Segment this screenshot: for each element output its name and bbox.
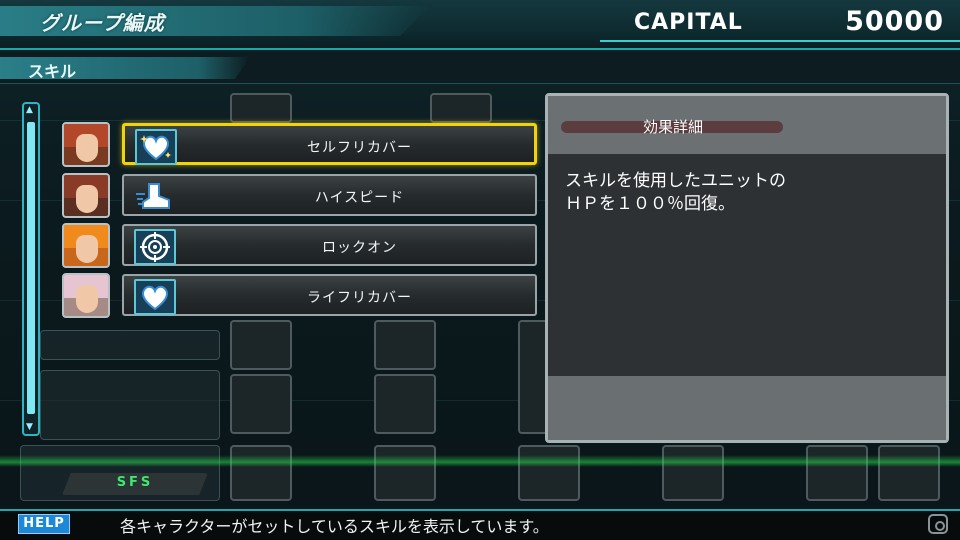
heart-icon — [134, 279, 176, 315]
scroll-down-icon[interactable]: ▼ — [26, 423, 36, 432]
page-title: グループ編成 — [40, 11, 165, 35]
character-portrait[interactable] — [62, 223, 110, 268]
skill-list-scrollbar[interactable]: ▲ ▼ — [22, 102, 40, 436]
bg-unit-slot — [374, 374, 436, 434]
portrait-face — [76, 285, 98, 313]
skill-row-highspeed[interactable]: ハイスピード — [122, 174, 537, 216]
skill-name: ハイスピード — [314, 190, 405, 206]
bg-unit-slot — [878, 445, 940, 501]
help-text: 各キャラクターがセットしているスキルを表示しています。 — [120, 517, 549, 536]
capital-label: CAPITAL — [634, 10, 743, 35]
brand-logo-icon — [928, 514, 948, 534]
bg-unit-slot — [806, 445, 868, 501]
bg-panel — [40, 330, 220, 360]
bg-panel — [40, 370, 220, 440]
portrait-face — [76, 185, 98, 213]
detail-title: 効果詳細 — [642, 118, 703, 136]
bg-unit-slot — [230, 320, 292, 370]
sfs-label: SFS — [116, 475, 154, 490]
skill-row-liferecover[interactable]: ライフリカバー — [122, 274, 537, 316]
bg-unit-slot — [230, 374, 292, 434]
bg-unit-slot — [230, 93, 292, 123]
section-label: スキル — [28, 62, 77, 81]
bg-unit-slot — [518, 320, 548, 434]
portrait-face — [76, 235, 98, 263]
bottom-glow-divider — [0, 455, 960, 467]
detail-footer — [548, 376, 946, 440]
help-badge: HELP — [18, 514, 70, 534]
bg-unit-slot — [230, 445, 292, 501]
skill-name: セルフリカバー — [307, 140, 412, 156]
scroll-thumb[interactable] — [27, 122, 35, 414]
character-portrait[interactable] — [62, 273, 110, 318]
bg-unit-slot — [662, 445, 724, 501]
skill-detail-panel: 効果詳細 スキルを使用したユニットの ＨＰを１００％回復。 — [545, 93, 949, 443]
portrait-face — [76, 134, 98, 162]
character-portrait[interactable] — [62, 122, 110, 167]
top-header: グループ編成 CAPITAL 50000 — [0, 0, 960, 50]
bg-unit-slot — [518, 445, 580, 501]
skill-name: ロックオン — [322, 240, 397, 256]
speed-boot-icon — [134, 179, 176, 215]
capital-value: 50000 — [845, 6, 944, 37]
bg-unit-slot — [430, 93, 492, 123]
header-divider — [600, 40, 960, 42]
detail-description: スキルを使用したユニットの ＨＰを１００％回復。 — [565, 171, 786, 214]
heart-sparkle-icon — [135, 129, 177, 165]
bg-unit-slot — [374, 445, 436, 501]
scroll-up-icon[interactable]: ▲ — [26, 106, 36, 115]
character-portrait[interactable] — [62, 173, 110, 218]
skill-row-selfrecover[interactable]: セルフリカバー — [122, 123, 537, 165]
bg-unit-slot — [374, 320, 436, 370]
crosshair-icon — [134, 229, 176, 265]
skill-row-lockon[interactable]: ロックオン — [122, 224, 537, 266]
skill-name: ライフリカバー — [307, 290, 412, 306]
